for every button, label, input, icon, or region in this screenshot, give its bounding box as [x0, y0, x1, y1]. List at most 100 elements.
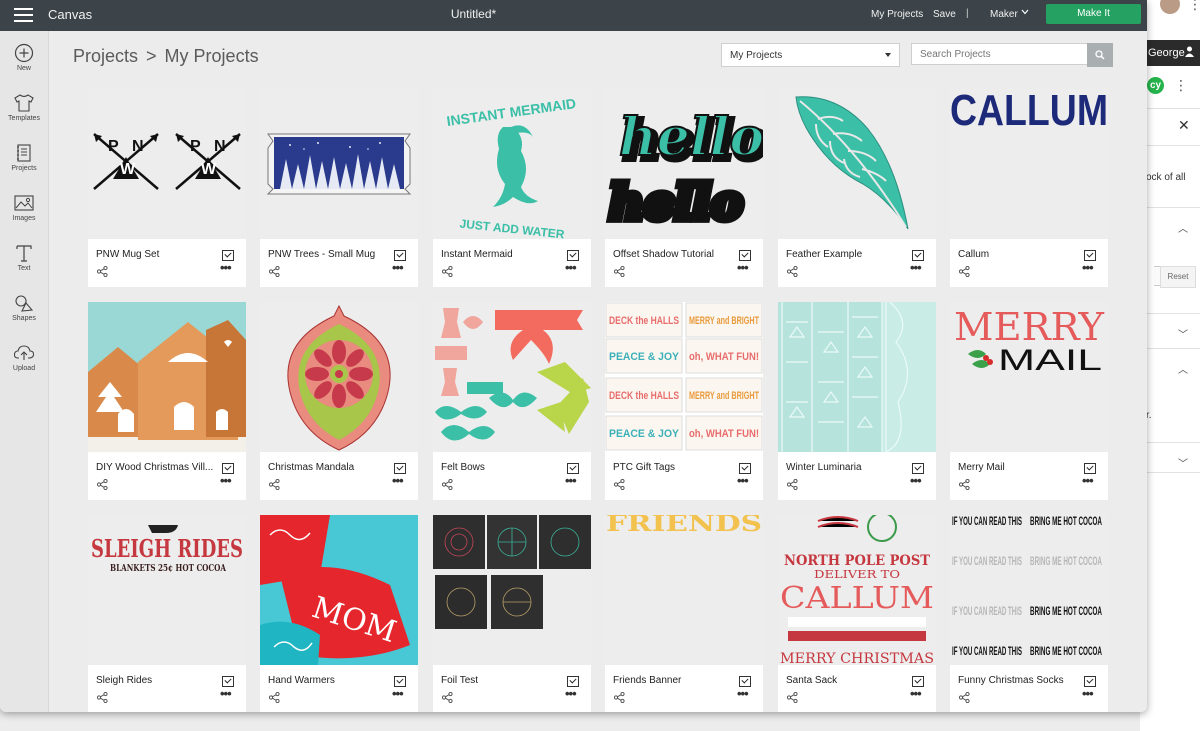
share-icon[interactable] — [787, 266, 798, 277]
breadcrumb-root[interactable]: Projects — [73, 46, 138, 66]
more-options-icon[interactable]: ••• — [737, 474, 749, 487]
project-card[interactable]: Felt Bows ••• — [433, 302, 591, 500]
project-name[interactable]: Winter Luminaria — [786, 462, 904, 473]
project-card[interactable]: MOM Hand Warmers ••• — [260, 515, 418, 712]
share-icon[interactable] — [97, 692, 108, 703]
project-card[interactable]: SLEIGH RIDES BLANKETS 25¢ HOT COCOA Slei… — [88, 515, 246, 712]
project-name[interactable]: Funny Christmas Socks — [958, 675, 1076, 686]
more-options-icon[interactable]: ••• — [910, 687, 922, 700]
project-card[interactable]: NORTH POLE POST DELIVER TO CALLUM MERRY … — [778, 515, 936, 712]
more-options-icon[interactable]: ••• — [220, 474, 232, 487]
share-icon[interactable] — [442, 266, 453, 277]
more-options-icon[interactable]: ••• — [910, 474, 922, 487]
project-name[interactable]: Foil Test — [441, 675, 559, 686]
search-input[interactable] — [911, 43, 1087, 65]
project-name[interactable]: Hand Warmers — [268, 675, 386, 686]
project-name[interactable]: PTC Gift Tags — [613, 462, 731, 473]
project-thumbnail[interactable] — [433, 515, 591, 665]
project-thumbnail[interactable]: SLEIGH RIDES BLANKETS 25¢ HOT COCOA — [88, 515, 246, 665]
more-options-icon[interactable]: ••• — [220, 687, 232, 700]
project-name[interactable]: Instant Mermaid — [441, 249, 559, 260]
project-name[interactable]: DIY Wood Christmas Vill... — [96, 462, 214, 473]
chevron-down-icon[interactable]: ﹀ — [1178, 326, 1188, 341]
project-name[interactable]: Callum — [958, 249, 1076, 260]
share-icon[interactable] — [787, 479, 798, 490]
save-button[interactable]: Save — [933, 9, 956, 20]
project-card[interactable]: MERRY MAIL Merry Mail ••• — [950, 302, 1108, 500]
project-name[interactable]: Merry Mail — [958, 462, 1076, 473]
more-options-icon[interactable]: ••• — [392, 687, 404, 700]
more-options-icon[interactable]: ••• — [392, 261, 404, 274]
search-button[interactable] — [1087, 43, 1113, 67]
project-card[interactable]: Foil Test ••• — [433, 515, 591, 712]
project-name[interactable]: Sleigh Rides — [96, 675, 214, 686]
make-it-button[interactable]: Make It — [1046, 4, 1141, 24]
reset-button[interactable]: Reset — [1160, 266, 1196, 288]
sidebar-item-text[interactable]: Text — [0, 243, 48, 287]
project-name[interactable]: Offset Shadow Tutorial — [613, 249, 731, 260]
share-icon[interactable] — [269, 692, 280, 703]
project-card[interactable]: IF YOU CAN READ THIS BRING ME HOT COCOA … — [950, 515, 1108, 712]
more-options-icon[interactable]: ••• — [392, 474, 404, 487]
chevron-up-icon[interactable]: ︿ — [1178, 361, 1188, 376]
project-name[interactable]: PNW Mug Set — [96, 249, 214, 260]
share-icon[interactable] — [614, 266, 625, 277]
project-card[interactable]: DIY Wood Christmas Vill... ••• — [88, 302, 246, 500]
project-name[interactable]: Felt Bows — [441, 462, 559, 473]
project-thumbnail[interactable]: FRIENDS — [605, 515, 763, 665]
chevron-up-icon[interactable]: ︿ — [1178, 220, 1188, 235]
sidebar-item-images[interactable]: Images — [0, 193, 48, 237]
project-thumbnail[interactable] — [88, 302, 246, 452]
project-card[interactable]: FRIENDS Friends Banner ••• — [605, 515, 763, 712]
share-icon[interactable] — [787, 692, 798, 703]
share-icon[interactable] — [269, 266, 280, 277]
sidebar-item-upload[interactable]: Upload — [0, 343, 48, 387]
more-options-icon[interactable]: ••• — [1082, 474, 1094, 487]
project-thumbnail[interactable]: DECK the HALLS MERRY and BRIGHT PEACE & … — [605, 302, 763, 452]
share-icon[interactable] — [614, 692, 625, 703]
project-name[interactable]: Christmas Mandala — [268, 462, 386, 473]
chevron-down-icon[interactable] — [1021, 8, 1029, 16]
share-icon[interactable] — [442, 479, 453, 490]
project-thumbnail[interactable]: PNW PNW — [88, 89, 246, 239]
project-thumbnail[interactable]: IF YOU CAN READ THIS BRING ME HOT COCOA … — [950, 515, 1108, 665]
project-thumbnail[interactable] — [778, 302, 936, 452]
sidebar-item-shapes[interactable]: Shapes — [0, 293, 48, 337]
document-title[interactable]: Untitled* — [0, 7, 947, 21]
project-card[interactable]: Winter Luminaria ••• — [778, 302, 936, 500]
close-icon[interactable]: ✕ — [1178, 117, 1190, 134]
share-icon[interactable] — [959, 479, 970, 490]
project-thumbnail[interactable] — [260, 302, 418, 452]
sidebar-item-projects[interactable]: Projects — [0, 143, 48, 187]
project-thumbnail[interactable] — [433, 302, 591, 452]
project-card[interactable]: Feather Example ••• — [778, 89, 936, 287]
chevron-down-icon[interactable]: ﹀ — [1178, 455, 1188, 470]
more-options-icon[interactable]: ••• — [910, 261, 922, 274]
project-name[interactable]: Feather Example — [786, 249, 904, 260]
share-icon[interactable] — [269, 479, 280, 490]
project-thumbnail[interactable]: INSTANT MERMAID JUST ADD WATER — [433, 89, 591, 239]
project-thumbnail[interactable]: hello hello hello — [605, 89, 763, 239]
machine-selector[interactable]: Maker — [990, 9, 1018, 20]
share-icon[interactable] — [959, 692, 970, 703]
more-options-icon[interactable]: ••• — [565, 261, 577, 274]
project-card[interactable]: PNW PNW PNW Mug Set ••• — [88, 89, 246, 287]
more-options-icon[interactable]: ••• — [565, 474, 577, 487]
share-icon[interactable] — [97, 266, 108, 277]
project-card[interactable]: DECK the HALLS MERRY and BRIGHT PEACE & … — [605, 302, 763, 500]
project-thumbnail[interactable]: CALLUM — [950, 89, 1108, 239]
project-card[interactable]: CALLUM Callum ••• — [950, 89, 1108, 287]
my-projects-link[interactable]: My Projects — [871, 9, 923, 20]
project-card[interactable]: hello hello hello Offset Shadow Tutorial… — [605, 89, 763, 287]
project-card[interactable]: Christmas Mandala ••• — [260, 302, 418, 500]
more-options-icon[interactable]: ••• — [737, 687, 749, 700]
more-options-icon[interactable]: ••• — [1082, 261, 1094, 274]
share-icon[interactable] — [959, 266, 970, 277]
project-thumbnail[interactable]: MERRY MAIL — [950, 302, 1108, 452]
more-options-icon[interactable]: ••• — [737, 261, 749, 274]
project-name[interactable]: Santa Sack — [786, 675, 904, 686]
projects-filter-dropdown[interactable]: My Projects — [721, 43, 900, 67]
more-vert-icon[interactable]: ⋮ — [1174, 77, 1188, 94]
green-app-icon[interactable]: cy — [1147, 77, 1164, 94]
project-card[interactable]: PNW Trees - Small Mug ••• — [260, 89, 418, 287]
